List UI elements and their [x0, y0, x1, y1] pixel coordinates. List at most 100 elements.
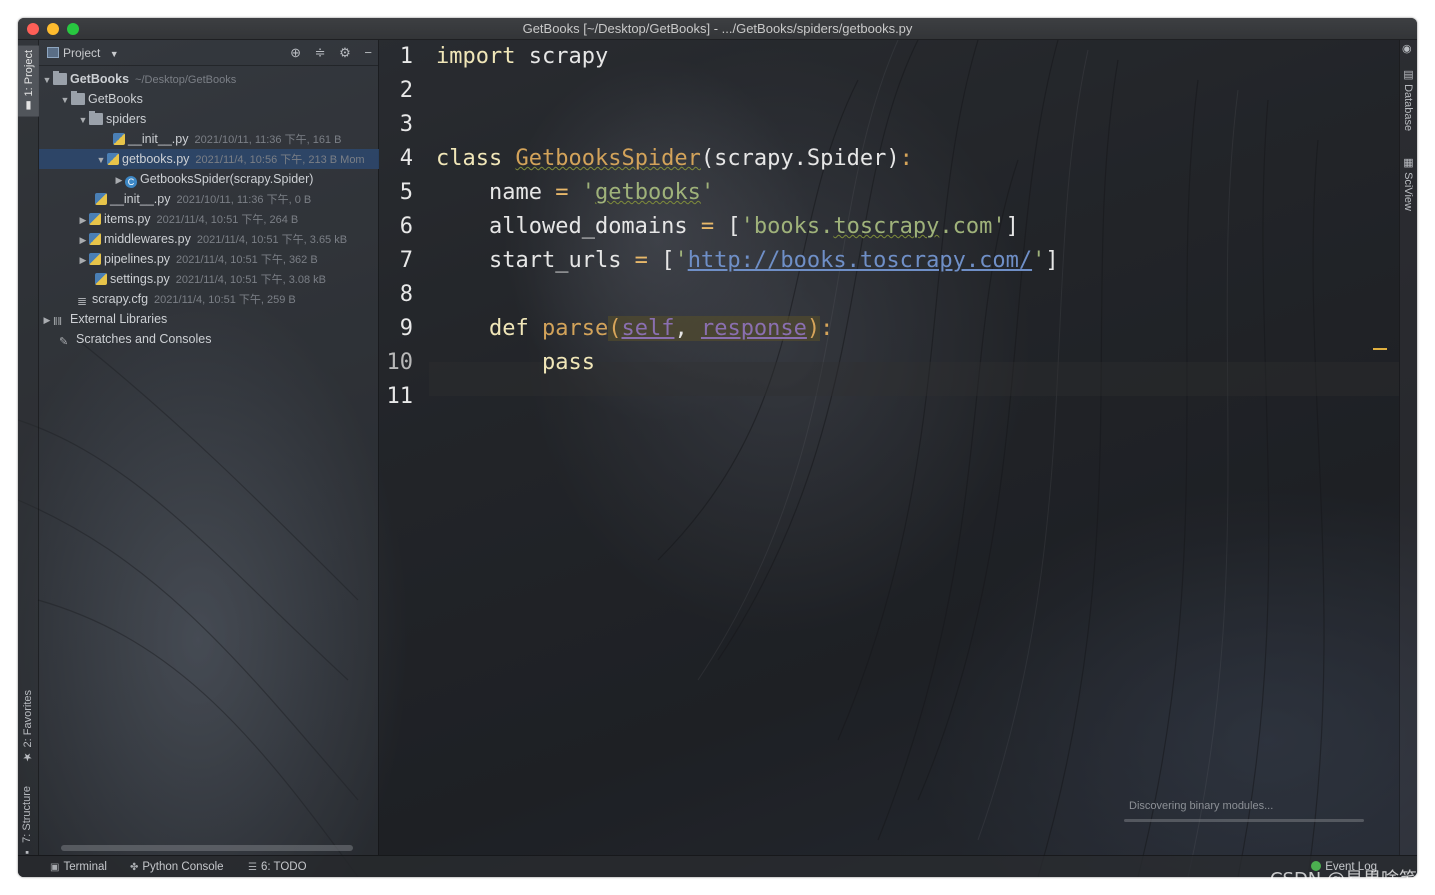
- param-token: response: [700, 316, 807, 341]
- minimize-icon[interactable]: −: [364, 45, 372, 60]
- tree-item-label: GetbooksSpider(scrapy.Spider): [140, 172, 314, 186]
- window-title: GetBooks [~/Desktop/GetBooks] - .../GetB…: [522, 21, 913, 36]
- string-token: ': [674, 248, 688, 273]
- operator-token: =: [541, 180, 582, 205]
- tool-tab-sciview[interactable]: ▦ SciView: [1402, 156, 1415, 211]
- collapsed-arrow-icon[interactable]: ▶: [113, 170, 125, 189]
- line-number: 9: [399, 316, 413, 341]
- python-file-icon: [95, 193, 107, 205]
- horizontal-scrollbar[interactable]: [61, 845, 353, 851]
- tree-item-label: items.py: [104, 212, 151, 226]
- collapse-icon[interactable]: ≑: [315, 45, 326, 60]
- code-editor[interactable]: 1 2 3 4 5 6 7 8 9 10 11 import scrapy cl…: [379, 40, 1399, 855]
- url-link[interactable]: http://books.toscrapy.com/: [688, 248, 1032, 273]
- tree-item-external-libraries[interactable]: ▶ ‖‖ External Libraries: [39, 309, 379, 329]
- tree-item-file[interactable]: ≣ scrapy.cfg 2021/11/4, 10:51 下午, 259 B: [39, 289, 379, 309]
- maximize-window-button[interactable]: [67, 23, 79, 35]
- tool-tab-sciview-label: SciView: [1402, 172, 1414, 211]
- string-token: ': [700, 180, 715, 205]
- tree-item-file[interactable]: ▶ pipelines.py 2021/11/4, 10:51 下午, 362 B: [39, 249, 379, 269]
- operator-token: =: [687, 214, 728, 239]
- tree-item-label: getbooks.py: [122, 152, 190, 166]
- tool-tab-structure[interactable]: ▪ 7: Structure: [21, 786, 33, 858]
- code-line-5: name = 'getbooks': [436, 176, 714, 210]
- collapsed-arrow-icon[interactable]: ▶: [41, 310, 53, 329]
- colon-token: :: [899, 146, 913, 171]
- class-icon: C: [125, 176, 137, 188]
- eye-icon[interactable]: ◉: [1402, 42, 1412, 55]
- code-token: ]: [1005, 214, 1019, 239]
- terminal-tab-label: Terminal: [63, 861, 107, 873]
- background-task-status: Discovering binary modules...: [1129, 800, 1274, 812]
- expanded-arrow-icon[interactable]: ▼: [77, 110, 89, 129]
- database-icon: ▤: [1402, 68, 1414, 85]
- collapsed-arrow-icon[interactable]: ▶: [77, 210, 89, 229]
- tree-item-file[interactable]: __init__.py 2021/10/11, 11:36 下午, 161 B: [39, 129, 379, 149]
- minimize-window-button[interactable]: [47, 23, 59, 35]
- paren-token: ): [806, 316, 821, 341]
- tree-item-label: settings.py: [110, 272, 170, 286]
- line-number: 8: [399, 282, 413, 307]
- python-icon: ✤: [130, 862, 139, 873]
- python-console-tab[interactable]: ✤ Python Console: [130, 856, 224, 877]
- collapsed-arrow-icon[interactable]: ▶: [77, 230, 89, 249]
- tree-item-meta: ~/Desktop/GetBooks: [135, 74, 237, 86]
- project-header: Project ▼ ⊕ ≑ ⚙ −: [39, 40, 378, 66]
- code-token: [: [727, 214, 741, 239]
- todo-tab-label: 6: TODO: [260, 861, 307, 873]
- expanded-arrow-icon[interactable]: ▼: [95, 150, 107, 169]
- project-title-label: Project: [63, 46, 101, 60]
- line-number: 11: [386, 384, 414, 409]
- expanded-arrow-icon[interactable]: ▼: [41, 70, 53, 89]
- string-token: 'books.: [740, 214, 834, 239]
- python-file-icon: [107, 153, 119, 165]
- bottom-tool-bar: ▣ Terminal ✤ Python Console ☰ 6: TODO Event…: [18, 855, 1417, 877]
- tool-tab-project[interactable]: ▮ 1: Project: [18, 46, 39, 117]
- watermark: CSDN @易果啥笔: [1269, 869, 1417, 890]
- tree-item-label: middlewares.py: [104, 232, 191, 246]
- project-view-selector[interactable]: Project ▼: [47, 40, 119, 67]
- terminal-tab[interactable]: ▣ Terminal: [50, 856, 107, 877]
- string-token: toscrapy: [833, 214, 940, 239]
- tree-item-project-root[interactable]: ▼ GetBooks ~/Desktop/GetBooks: [39, 69, 379, 89]
- param-token: self: [621, 316, 675, 341]
- tree-item-file[interactable]: __init__.py 2021/10/11, 11:36 下午, 0 B: [39, 189, 379, 209]
- folder-icon: [71, 91, 85, 105]
- terminal-icon: ▣: [50, 862, 60, 873]
- title-bar: GetBooks [~/Desktop/GetBooks] - .../GetB…: [18, 18, 1417, 40]
- tree-item-meta: 2021/11/4, 10:51 下午, 264 B: [156, 214, 299, 226]
- tool-tab-database[interactable]: ▤ Database: [1402, 68, 1415, 131]
- code-token: (scrapy.Spider): [700, 146, 900, 171]
- code-token: start_urls: [488, 248, 622, 273]
- config-file-icon: ≣: [77, 294, 88, 308]
- tree-item-file[interactable]: ▶ items.py 2021/11/4, 10:51 下午, 264 B: [39, 209, 379, 229]
- tool-tab-structure-label: 7: Structure: [21, 786, 33, 843]
- collapsed-arrow-icon[interactable]: ▶: [77, 250, 89, 269]
- tool-tab-favorites-label: 2: Favorites: [22, 690, 34, 748]
- tree-item-meta: 2021/10/11, 11:36 下午, 0 B: [176, 194, 312, 206]
- tool-tab-favorites[interactable]: ★ 2: Favorites: [21, 690, 34, 764]
- folder-icon: ▮: [23, 96, 35, 113]
- close-window-button[interactable]: [27, 23, 39, 35]
- scratches-icon: ✎: [59, 336, 69, 348]
- tree-item-meta: 2021/11/4, 10:51 下午, 3.65 kB: [196, 234, 348, 246]
- tree-item-label: __init__.py: [128, 132, 189, 146]
- line-number: 6: [399, 214, 413, 239]
- tree-item-package[interactable]: ▼ GetBooks: [39, 89, 379, 109]
- expanded-arrow-icon[interactable]: ▼: [59, 90, 71, 109]
- tree-item-class[interactable]: ▶ C GetbooksSpider(scrapy.Spider): [39, 169, 379, 189]
- gear-icon[interactable]: ⚙: [339, 45, 351, 60]
- line-number: 5: [399, 180, 413, 205]
- tree-item-file[interactable]: settings.py 2021/11/4, 10:51 下午, 3.08 kB: [39, 269, 379, 289]
- tree-item-file[interactable]: ▶ middlewares.py 2021/11/4, 10:51 下午, 3.65…: [39, 229, 379, 249]
- tree-item-file-selected[interactable]: ▼ getbooks.py 2021/11/4, 10:56 下午, 213 B M…: [39, 149, 379, 169]
- tree-item-label: Scratches and Consoles: [76, 332, 212, 346]
- keyword-token: import: [436, 44, 516, 69]
- todo-tab[interactable]: ☰ 6: TODO: [248, 856, 307, 877]
- tool-tab-database-label: Database: [1402, 84, 1414, 132]
- tree-item-scratches[interactable]: ✎ Scratches and Consoles: [39, 329, 379, 349]
- code-line-7: start_urls = ['http://books.toscrapy.com…: [436, 244, 1059, 278]
- tree-item-spiders[interactable]: ▼ spiders: [39, 109, 379, 129]
- crosshair-icon[interactable]: ⊕: [290, 45, 301, 60]
- warning-stripe-marker[interactable]: [1373, 348, 1387, 350]
